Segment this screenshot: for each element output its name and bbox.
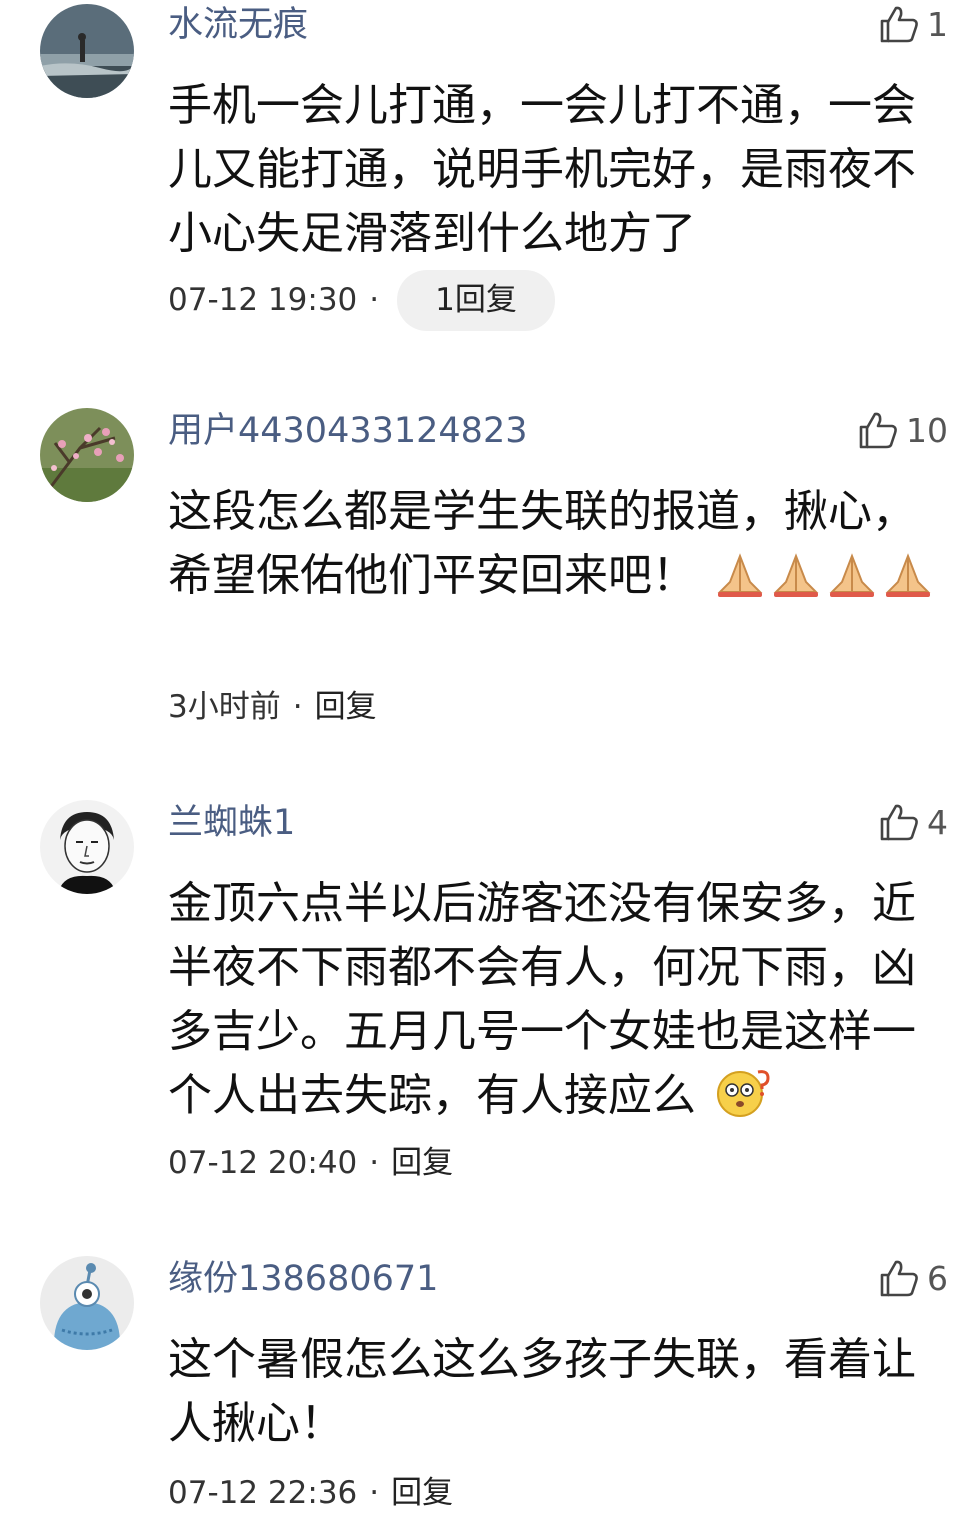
reply-button[interactable]: 回复 (315, 692, 377, 723)
avatar[interactable] (40, 1256, 134, 1350)
username[interactable]: 兰蜘蛛1 (168, 806, 295, 841)
reply-button[interactable]: 回复 (391, 1148, 453, 1179)
like-button[interactable]: 4 (879, 802, 948, 842)
pray-emoji (770, 552, 822, 616)
username[interactable]: 缘份138680671 (168, 1262, 438, 1297)
comment-text: 这段怎么都是学生失联的报道，揪心，希望保佑他们平安回来吧！ (168, 480, 938, 616)
timestamp: 3小时前 (168, 689, 281, 725)
comment-meta: 3小时前 · 回复 (168, 692, 377, 723)
separator: · (369, 1475, 380, 1511)
separator: · (292, 689, 303, 725)
beach-person-photo (40, 4, 134, 98)
timestamp: 07-12 19:30 (168, 282, 358, 318)
like-count: 6 (927, 1258, 948, 1298)
pray-emoji (882, 552, 934, 616)
username[interactable]: 用户4430433124823 (168, 414, 528, 449)
timestamp: 07-12 22:36 (168, 1475, 358, 1511)
avatar[interactable] (40, 408, 134, 502)
separator: · (369, 1145, 380, 1181)
like-button[interactable]: 10 (858, 410, 948, 450)
like-button[interactable]: 1 (879, 4, 948, 44)
peach-blossom-photo (40, 408, 134, 502)
timestamp: 07-12 20:40 (168, 1145, 358, 1181)
reply-button[interactable]: 1回复 (397, 270, 555, 331)
sketch-portrait (40, 800, 134, 894)
comment-text: 金顶六点半以后游客还没有保安多，近半夜不下雨都不会有人，何况下雨，凶多吉少。五月… (168, 872, 938, 1136)
avatar[interactable] (40, 800, 134, 894)
thumbs-up-icon (880, 1260, 918, 1297)
like-count: 4 (927, 802, 948, 842)
thumbs-up-icon (880, 6, 918, 43)
comment-meta: 07-12 19:30 · 1回复 (168, 270, 555, 331)
reply-button[interactable]: 回复 (391, 1478, 453, 1509)
comment-text: 这个暑假怎么这么多孩子失联，看着让人揪心！ (168, 1334, 916, 1449)
comment-meta: 07-12 22:36 · 回复 (168, 1478, 453, 1509)
pray-emoji (826, 552, 878, 616)
separator: · (369, 282, 380, 318)
confused-face-emoji (714, 1068, 772, 1136)
like-count: 10 (906, 410, 948, 450)
pray-emoji (714, 552, 766, 616)
comment-text-content: 金顶六点半以后游客还没有保安多，近半夜不下雨都不会有人，何况下雨，凶多吉少。五月… (168, 878, 916, 1121)
thumbs-up-icon (859, 412, 897, 449)
comment-meta: 07-12 20:40 · 回复 (168, 1148, 453, 1179)
like-count: 1 (927, 4, 948, 44)
comment-text: 手机一会儿打通，一会儿打不通，一会儿又能打通，说明手机完好，是雨夜不小心失足滑落… (168, 80, 916, 259)
username[interactable]: 水流无痕 (168, 8, 308, 43)
cartoon-alien (40, 1256, 134, 1350)
like-button[interactable]: 6 (879, 1258, 948, 1298)
avatar[interactable] (40, 4, 134, 98)
thumbs-up-icon (880, 804, 918, 841)
